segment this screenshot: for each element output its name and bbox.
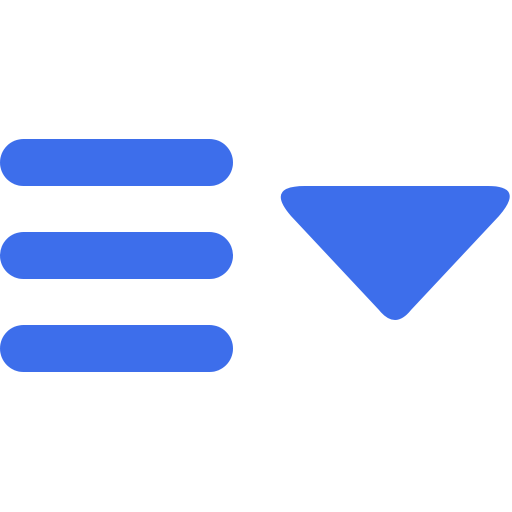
menu-line-top — [0, 139, 233, 186]
menu-line-middle — [0, 232, 233, 279]
hamburger-lines-icon — [0, 139, 233, 372]
icon-canvas — [0, 0, 512, 512]
menu-dropdown-icon[interactable] — [0, 0, 512, 512]
caret-down-icon — [280, 186, 510, 320]
menu-line-bottom — [0, 325, 233, 372]
